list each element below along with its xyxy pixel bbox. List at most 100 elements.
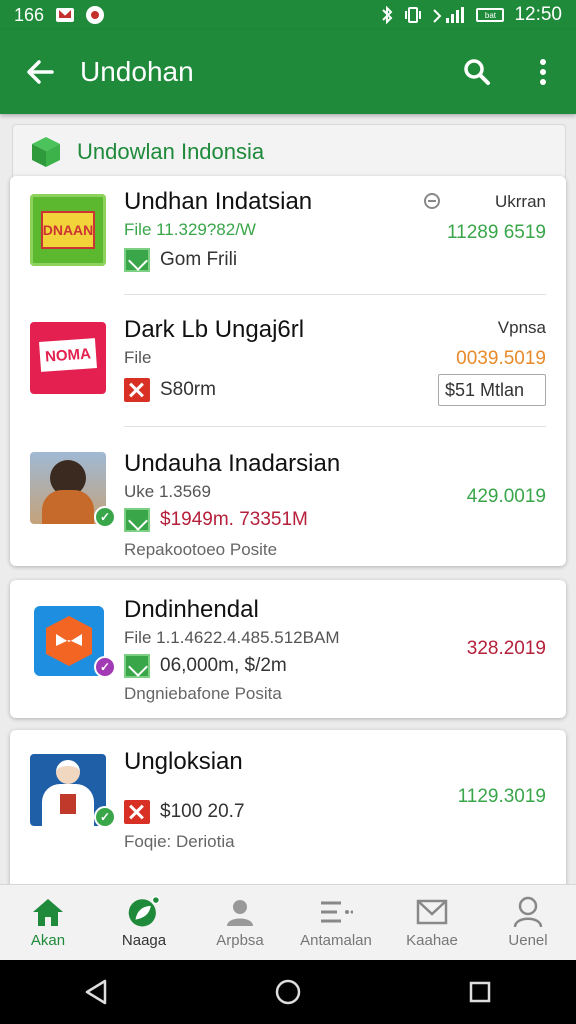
item-thumbnail: DNAAN xyxy=(30,194,106,266)
nav-label: Arpbsa xyxy=(216,932,264,949)
item-amount: 328.2019 xyxy=(466,638,546,659)
search-icon xyxy=(464,59,490,85)
list-item[interactable]: NOMA Dark Lb Ungaj6rl File S80rm Vpnsa 0… xyxy=(10,294,566,426)
item-meta-text: 06,000m, $/2m xyxy=(160,655,287,676)
list-item[interactable]: ✓ Dndinhendal File 1.1.4622.4.485.512BAM… xyxy=(10,580,566,718)
account-icon xyxy=(513,896,543,928)
item-subtitle: File 1.1.4622.4.485.512BAM xyxy=(124,628,340,647)
item-meta: $1949m. 73351M xyxy=(124,508,308,532)
system-recents-button[interactable] xyxy=(450,962,510,1022)
status-left-text: 166 xyxy=(14,4,45,25)
notification-icon xyxy=(86,6,105,24)
verified-badge-icon: ✓ xyxy=(94,806,116,828)
green-tag-icon xyxy=(124,248,150,272)
avatar-body xyxy=(42,490,94,524)
more-options-button[interactable] xyxy=(510,30,576,114)
nav-item-naaga[interactable]: Naaga xyxy=(96,885,192,960)
item-amount: 1129.3019 xyxy=(457,786,546,807)
status-time: 12:50 xyxy=(514,4,562,25)
item-subtitle: File xyxy=(124,348,152,367)
list-item[interactable]: ✓ Ungloksian $100 20.7 Foqie: Deriotia 1… xyxy=(10,730,566,880)
nav-label: Naaga xyxy=(121,932,167,949)
page-title: Undohan xyxy=(80,56,194,87)
item-amount: 11289 6519 xyxy=(447,222,546,243)
mail-icon xyxy=(56,8,75,22)
item-amount: 429.0019 xyxy=(466,486,546,507)
cloud-icon[interactable] xyxy=(422,192,442,210)
app-logo-icon xyxy=(46,616,92,666)
cube-icon xyxy=(32,137,60,167)
chip-text: $51 Mtlan xyxy=(445,379,525,400)
app-bar: Undohan xyxy=(0,30,576,114)
red-x-icon xyxy=(124,378,150,402)
item-subtitle: File 11.329?82/W xyxy=(124,220,256,239)
vibrate-icon xyxy=(405,7,422,23)
item-status-label: Vpnsa xyxy=(497,318,546,337)
mail-icon xyxy=(416,899,448,925)
item-meta-text: Gom Frili xyxy=(160,249,238,270)
nav-item-home[interactable]: Akan xyxy=(0,885,96,960)
avatar-detail xyxy=(60,794,76,814)
status-bar: 166 bat 12:50 xyxy=(0,0,576,30)
home-circle-icon xyxy=(275,979,301,1005)
nav-label: Akan xyxy=(30,932,66,949)
item-meta: 06,000m, $/2m xyxy=(124,654,287,678)
back-arrow-icon xyxy=(27,60,54,84)
item-note: Repakootoeo Posite xyxy=(124,540,278,559)
nav-item-kaahae[interactable]: Kaahae xyxy=(384,885,480,960)
more-vert-icon xyxy=(540,59,546,85)
item-thumbnail: NOMA xyxy=(30,322,106,394)
item-name: Undauha Inadarsian xyxy=(124,450,341,477)
signal-icon xyxy=(433,7,465,23)
home-icon xyxy=(33,899,63,926)
section-header[interactable]: Undowlan Indonsia xyxy=(12,124,566,180)
item-meta: S80rm xyxy=(124,378,216,402)
nav-item-uenel[interactable]: Uenel xyxy=(480,885,576,960)
list-card: ✓ Dndinhendal File 1.1.4622.4.485.512BAM… xyxy=(10,580,566,718)
bottom-navigation: Akan Naaga Arpbsa Antamalan Kaahae Uenel xyxy=(0,884,576,960)
list-item[interactable]: ✓ Undauha Inadarsian Uke 1.3569 $1949m. … xyxy=(10,426,566,566)
item-amount: 0039.5019 xyxy=(456,348,546,369)
item-name: Undhan Indatsian xyxy=(124,188,313,215)
nav-item-arpbsa[interactable]: Arpbsa xyxy=(192,885,288,960)
back-button[interactable] xyxy=(0,30,80,114)
system-home-button[interactable] xyxy=(258,962,318,1022)
system-navigation-bar xyxy=(0,960,576,1024)
item-note: Dngniebafone Posita xyxy=(124,684,282,703)
recents-square-icon xyxy=(469,981,491,1003)
item-subtitle: Uke 1.3569 xyxy=(124,482,211,501)
item-meta: $100 20.7 xyxy=(124,800,245,824)
thumb-logo: NOMA xyxy=(39,338,97,372)
red-x-icon xyxy=(124,800,150,824)
list-item[interactable]: DNAAN Undhan Indatsian File 11.329?82/W … xyxy=(10,176,566,294)
back-triangle-icon xyxy=(85,979,107,1005)
section-title: Undowlan Indonsia xyxy=(77,139,265,164)
person-icon xyxy=(227,900,253,926)
item-meta-text: $100 20.7 xyxy=(160,801,245,822)
bluetooth-icon xyxy=(382,6,393,24)
item-chip[interactable]: $51 Mtlan xyxy=(438,374,546,406)
list-card: ✓ Ungloksian $100 20.7 Foqie: Deriotia 1… xyxy=(10,730,566,890)
item-meta-text: $1949m. 73351M xyxy=(160,509,308,530)
green-tag-icon xyxy=(124,654,150,678)
system-back-button[interactable] xyxy=(66,962,126,1022)
verified-badge-icon: ✓ xyxy=(94,656,116,678)
list-icon xyxy=(321,901,353,923)
leaf-icon xyxy=(128,896,160,927)
thumb-logo: DNAAN xyxy=(41,211,95,249)
item-name: Dndinhendal xyxy=(124,596,259,623)
item-name: Ungloksian xyxy=(124,748,243,775)
item-name: Dark Lb Ungaj6rl xyxy=(124,316,305,343)
item-meta-text: S80rm xyxy=(160,379,216,400)
verified-badge-icon: ✓ xyxy=(94,506,116,528)
item-note: Foqie: Deriotia xyxy=(124,832,235,851)
green-tag-icon xyxy=(124,508,150,532)
item-status-label: Ukrran xyxy=(494,192,546,211)
nav-label: Kaahae xyxy=(406,932,458,949)
list-card: DNAAN Undhan Indatsian File 11.329?82/W … xyxy=(10,176,566,566)
nav-label: Uenel xyxy=(508,932,548,949)
search-button[interactable] xyxy=(444,30,510,114)
nav-label: Antamalan xyxy=(300,932,372,949)
nav-item-antamalan[interactable]: Antamalan xyxy=(288,885,384,960)
avatar xyxy=(56,760,80,784)
